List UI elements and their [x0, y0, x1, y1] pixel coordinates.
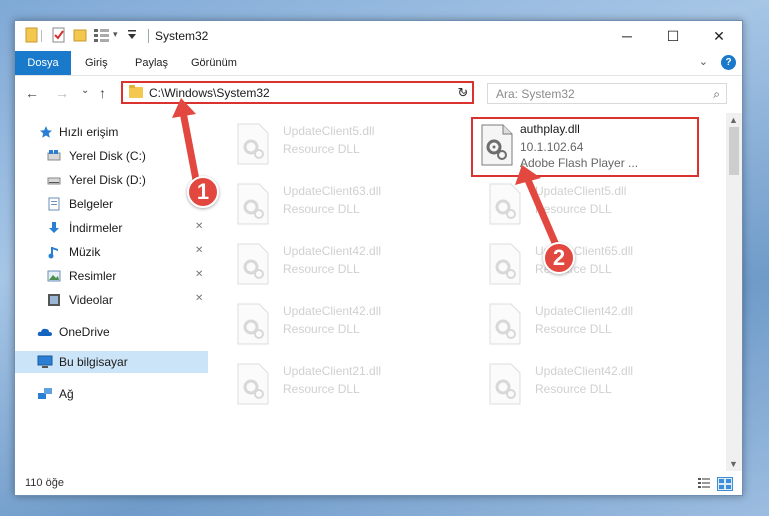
step-2-marker: 2 [543, 242, 575, 274]
arrow-2 [515, 165, 560, 249]
arrow-1 [172, 98, 200, 184]
step-1-marker: 1 [187, 176, 219, 208]
annotation-arrows [172, 98, 560, 249]
